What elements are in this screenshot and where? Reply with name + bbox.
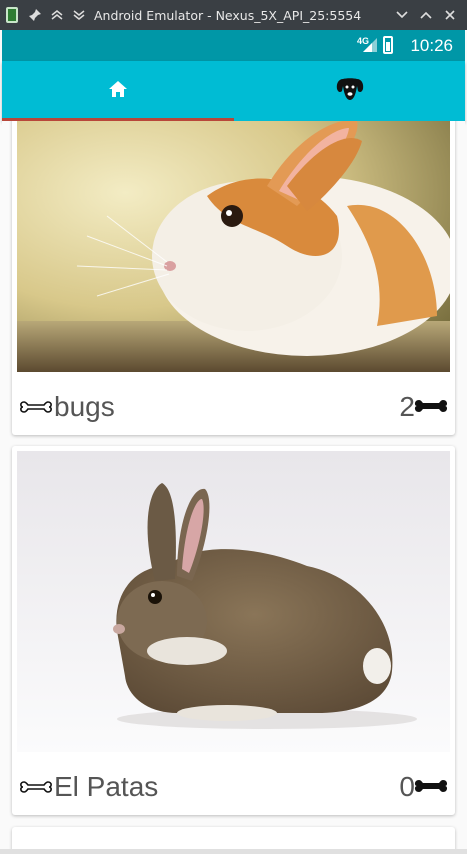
- chevrons-up-icon[interactable]: [48, 6, 66, 24]
- pet-photo: [17, 121, 450, 372]
- signal-icon: [363, 38, 377, 57]
- tab-dogs[interactable]: [234, 61, 465, 121]
- chevron-down-icon[interactable]: [393, 6, 411, 24]
- chevron-up-icon[interactable]: [417, 6, 435, 24]
- app-icon: [0, 6, 18, 24]
- pet-card[interactable]: El Patas 0: [12, 446, 455, 815]
- pet-card-footer: bugs 2: [12, 381, 455, 435]
- home-icon: [108, 80, 128, 103]
- window-title: Android Emulator - Nexus_5X_API_25:5554: [94, 7, 362, 23]
- window-bottom-edge: [0, 849, 467, 854]
- tab-home[interactable]: [2, 61, 234, 121]
- pet-card-footer: El Patas 0: [12, 761, 455, 815]
- bone-like-button[interactable]: [413, 778, 449, 799]
- clock: 10:26: [410, 36, 453, 55]
- emulator-title-bar: Android Emulator - Nexus_5X_API_25:5554: [0, 0, 467, 30]
- close-icon[interactable]: [441, 6, 459, 24]
- pet-list[interactable]: bugs 2 El Patas 0: [2, 121, 465, 854]
- pet-photo: [17, 451, 450, 752]
- bone-like-button[interactable]: [413, 398, 449, 419]
- tab-bar: [2, 61, 465, 121]
- pin-icon[interactable]: [26, 6, 44, 24]
- android-status-bar: 4G 10:26: [2, 30, 465, 61]
- pet-name: El Patas: [54, 771, 159, 802]
- battery-icon: [383, 36, 393, 54]
- pet-name: bugs: [54, 391, 115, 422]
- bone-outline-icon: [18, 779, 54, 800]
- chevrons-down-icon[interactable]: [70, 6, 88, 24]
- dog-icon: [335, 76, 365, 107]
- pet-card[interactable]: bugs 2: [12, 121, 455, 435]
- bone-outline-icon: [18, 399, 54, 420]
